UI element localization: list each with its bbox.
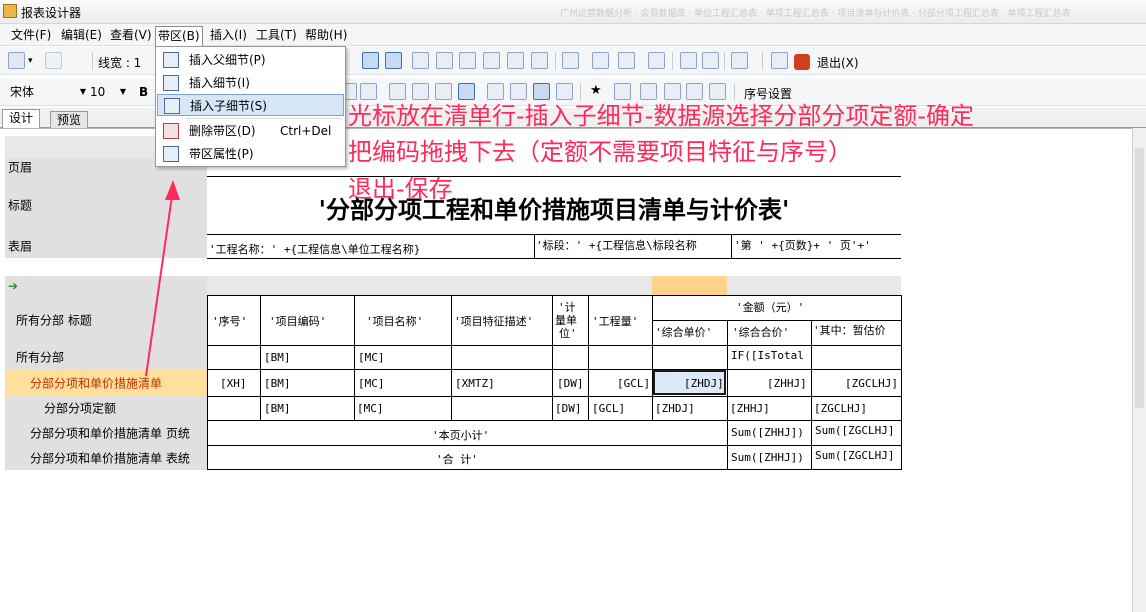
menu-item-delete-band[interactable]: 删除带区(D) Ctrl+Del: [157, 120, 344, 142]
arrow-shaft: [145, 195, 173, 377]
menu-item-band-properties[interactable]: 带区属性(P): [157, 143, 344, 165]
menu-item-insert-parent-detail[interactable]: 插入父细节(P): [157, 49, 344, 71]
menu-item-insert-detail[interactable]: 插入细节(I): [157, 72, 344, 94]
annotation-line-3: 退出-保存: [348, 175, 453, 203]
arrow-head: [165, 180, 180, 200]
delete-band-icon: [163, 123, 179, 139]
menu-separator: [186, 118, 341, 119]
band-dropdown-menu: 插入父细节(P) 插入细节(I) 插入子细节(S) 删除带区(D) Ctrl+D…: [155, 46, 346, 167]
insert-detail-icon: [163, 75, 179, 91]
annotation-line-1: 光标放在清单行-插入子细节-数据源选择分部分项定额-确定: [348, 102, 974, 130]
band-properties-icon: [163, 146, 179, 162]
insert-parent-detail-icon: [163, 52, 179, 68]
menu-item-insert-child-detail[interactable]: 插入子细节(S): [157, 94, 344, 116]
annotation-line-2: 把编码拖拽下去（定额不需要项目特征与序号）: [348, 138, 852, 166]
delete-band-shortcut: Ctrl+Del: [280, 124, 332, 138]
insert-child-detail-icon: [164, 98, 180, 114]
